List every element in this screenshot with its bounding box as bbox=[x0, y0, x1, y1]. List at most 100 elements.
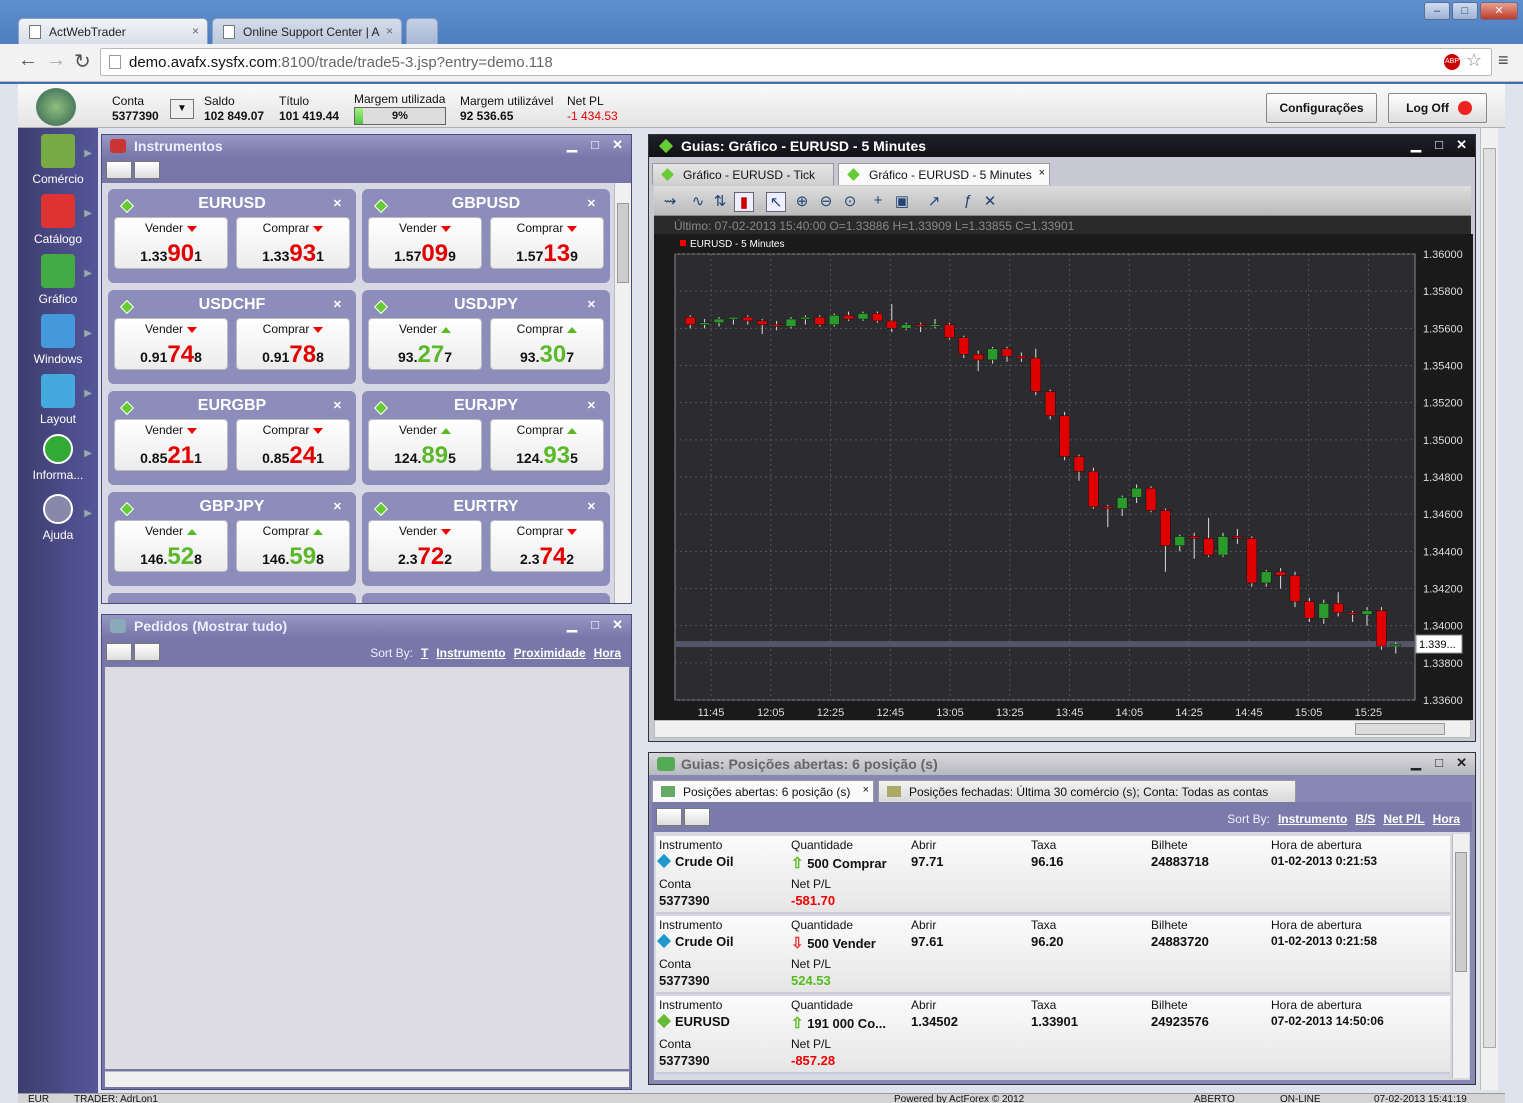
minimize-panel-icon[interactable]: ▁ bbox=[567, 617, 577, 633]
list-view-button[interactable] bbox=[134, 643, 160, 661]
sidebar-item-currency[interactable]: Catálogo ▶ bbox=[18, 194, 98, 246]
sidebar-item-help[interactable]: Ajuda ▶ bbox=[18, 494, 98, 542]
close-tab-icon[interactable]: × bbox=[192, 24, 199, 38]
buy-quote-button[interactable]: Comprar 1.33931 bbox=[236, 217, 350, 269]
window-scrollbar[interactable] bbox=[1480, 128, 1498, 1090]
address-bar[interactable]: demo.avafx.sysfx.com:8100/trade/trade5-3… bbox=[100, 48, 1492, 76]
position-row[interactable]: Instrumento Crude Oil Quantidade ⇩ 500 Vend… bbox=[656, 916, 1450, 994]
sort-link[interactable]: Proximidade bbox=[514, 646, 586, 660]
close-window-button[interactable]: ✕ bbox=[1480, 2, 1518, 20]
sidebar-item-info[interactable]: Informa... ▶ bbox=[18, 434, 98, 482]
minimize-panel-icon[interactable]: ▁ bbox=[1411, 137, 1421, 153]
formula-icon[interactable]: ƒ bbox=[958, 192, 978, 212]
buy-quote-button[interactable]: Comprar 0.91788 bbox=[236, 318, 350, 370]
indicator-icon[interactable]: ↗ bbox=[924, 192, 944, 212]
close-card-icon[interactable]: ✕ bbox=[333, 399, 342, 412]
candlestick-chart[interactable]: 1.36000 1.35800 1.35600 1.35400 1.35200 1.350… bbox=[654, 234, 1473, 720]
adblock-icon[interactable]: ABP bbox=[1444, 54, 1460, 70]
closed-positions-tab[interactable]: Posições fechadas: Última 30 comércio (s… bbox=[878, 780, 1296, 802]
zoom-window-icon[interactable]: ▣ bbox=[892, 192, 912, 212]
sort-link[interactable]: Hora bbox=[594, 646, 621, 660]
positions-scrollbar[interactable] bbox=[1452, 834, 1469, 1078]
chart-horizontal-scrollbar[interactable] bbox=[654, 720, 1471, 738]
line-chart-icon[interactable]: ∿ bbox=[688, 192, 708, 212]
tools-icon[interactable]: ✕ bbox=[980, 192, 1000, 212]
sell-quote-button[interactable]: Vender 1.33901 bbox=[114, 217, 228, 269]
zoom-in-icon[interactable]: ⊕ bbox=[792, 192, 812, 212]
vertical-scrollbar[interactable] bbox=[614, 183, 631, 603]
sort-link[interactable]: T bbox=[421, 646, 428, 660]
buy-quote-button[interactable]: Comprar 0.85241 bbox=[236, 419, 350, 471]
close-card-icon[interactable]: ✕ bbox=[333, 298, 342, 311]
crosshair-icon[interactable]: + bbox=[868, 192, 888, 212]
sort-link[interactable]: Instrumento bbox=[1278, 812, 1347, 826]
buy-quote-button[interactable]: Comprar 2.3742 bbox=[490, 520, 604, 572]
close-card-icon[interactable]: ✕ bbox=[587, 500, 596, 513]
close-panel-icon[interactable]: ✕ bbox=[1456, 137, 1467, 153]
position-row[interactable]: Instrumento EURUSD Quantidade ⇧ 191 000 Co.… bbox=[656, 996, 1450, 1074]
chart-tab-tick[interactable]: Gráfico - EURUSD - Tick bbox=[652, 163, 834, 185]
pointer-icon[interactable]: ↖ bbox=[766, 192, 786, 212]
browser-tab-actwebtrader[interactable]: ActWebTrader × bbox=[18, 18, 208, 44]
buy-quote-button[interactable]: Comprar 1.57139 bbox=[490, 217, 604, 269]
zoom-out-icon[interactable]: ⊖ bbox=[816, 192, 836, 212]
sell-quote-button[interactable]: Vender 146.528 bbox=[114, 520, 228, 572]
list-view-button[interactable] bbox=[134, 161, 160, 179]
browser-tab-support[interactable]: Online Support Center | A × bbox=[212, 18, 402, 44]
sell-quote-button[interactable]: Vender 1.57099 bbox=[368, 217, 482, 269]
maximize-panel-icon[interactable]: □ bbox=[591, 617, 599, 632]
list-view-button[interactable] bbox=[684, 808, 710, 826]
open-positions-tab[interactable]: Posições abertas: 6 posição (s) × bbox=[652, 780, 874, 802]
sell-quote-button[interactable]: Vender 2.3722 bbox=[368, 520, 482, 572]
close-card-icon[interactable]: ✕ bbox=[333, 500, 342, 513]
close-card-icon[interactable]: ✕ bbox=[333, 197, 342, 210]
maximize-panel-icon[interactable]: □ bbox=[1435, 755, 1443, 770]
logoff-button[interactable]: Log Off bbox=[1388, 93, 1487, 123]
forward-arrow-icon[interactable]: → bbox=[46, 49, 66, 72]
bar-chart-icon[interactable]: ⇅ bbox=[710, 192, 730, 212]
settings-button[interactable]: Configurações bbox=[1266, 93, 1377, 123]
sell-quote-button[interactable]: Vender 124.895 bbox=[368, 419, 482, 471]
close-card-icon[interactable]: ✕ bbox=[587, 399, 596, 412]
chart-tab-5min[interactable]: Gráfico - EURUSD - 5 Minutes × bbox=[838, 163, 1050, 185]
buy-quote-button[interactable]: Comprar 146.598 bbox=[236, 520, 350, 572]
minimize-panel-icon[interactable]: ▁ bbox=[567, 137, 577, 153]
close-panel-icon[interactable]: ✕ bbox=[612, 137, 623, 153]
close-card-icon[interactable]: ✕ bbox=[587, 298, 596, 311]
grid-view-button[interactable] bbox=[106, 161, 132, 179]
close-panel-icon[interactable]: ✕ bbox=[612, 617, 623, 633]
close-tab-icon[interactable]: × bbox=[1039, 167, 1045, 179]
buy-quote-button[interactable]: Comprar 124.935 bbox=[490, 419, 604, 471]
sell-quote-button[interactable]: Vender 0.91748 bbox=[114, 318, 228, 370]
sidebar-item-chart[interactable]: Gráfico ▶ bbox=[18, 254, 98, 306]
sort-link[interactable]: B/S bbox=[1355, 812, 1375, 826]
sort-link[interactable]: Instrumento bbox=[436, 646, 505, 660]
candlestick-icon[interactable]: ▮ bbox=[734, 192, 754, 212]
close-tab-icon[interactable]: × bbox=[386, 24, 393, 38]
buy-quote-button[interactable]: Comprar 93.307 bbox=[490, 318, 604, 370]
close-panel-icon[interactable]: ✕ bbox=[1456, 755, 1467, 771]
bookmark-star-icon[interactable]: ☆ bbox=[1466, 50, 1482, 71]
zoom-reset-icon[interactable]: ⊙ bbox=[840, 192, 860, 212]
sort-link[interactable]: Net P/L bbox=[1383, 812, 1424, 826]
position-row[interactable]: Instrumento Crude Oil Quantidade ⇧ 500 Comp… bbox=[656, 836, 1450, 914]
sell-quote-button[interactable]: Vender 0.85211 bbox=[114, 419, 228, 471]
close-tab-icon[interactable]: × bbox=[863, 784, 869, 796]
minimize-panel-icon[interactable]: ▁ bbox=[1411, 755, 1421, 771]
maximize-panel-icon[interactable]: □ bbox=[1435, 137, 1443, 152]
sell-quote-button[interactable]: Vender 93.277 bbox=[368, 318, 482, 370]
reload-icon[interactable]: ↻ bbox=[74, 49, 91, 74]
grid-view-button[interactable] bbox=[656, 808, 682, 826]
horizontal-scrollbar[interactable] bbox=[105, 1071, 629, 1087]
menu-icon[interactable]: ≡ bbox=[1498, 50, 1509, 71]
back-arrow-icon[interactable]: ← bbox=[18, 49, 38, 72]
maximize-window-button[interactable]: □ bbox=[1452, 2, 1478, 20]
sidebar-item-money[interactable]: Comércio ▶ bbox=[18, 134, 98, 186]
grid-view-button[interactable] bbox=[106, 643, 132, 661]
close-card-icon[interactable]: ✕ bbox=[587, 197, 596, 210]
maximize-panel-icon[interactable]: □ bbox=[591, 137, 599, 152]
sort-link[interactable]: Hora bbox=[1433, 812, 1460, 826]
new-tab-button[interactable] bbox=[406, 18, 438, 44]
sidebar-item-layout[interactable]: Layout ▶ bbox=[18, 374, 98, 426]
chart-svg[interactable]: 1.36000 1.35800 1.35600 1.35400 1.35200 1.350… bbox=[654, 234, 1473, 720]
